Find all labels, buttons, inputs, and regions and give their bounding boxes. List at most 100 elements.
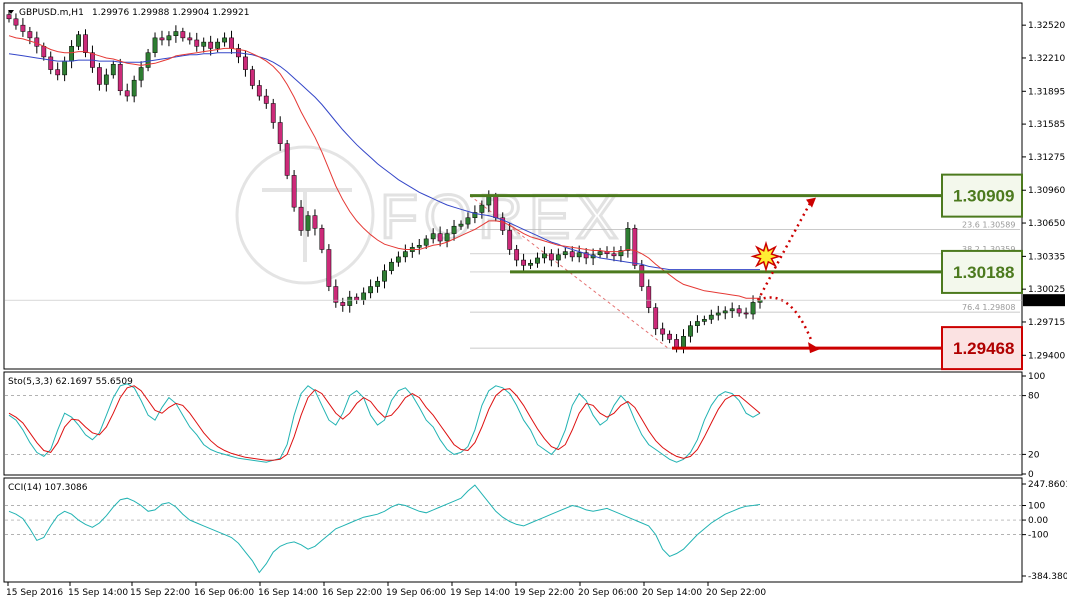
bull-candle (681, 336, 686, 349)
bear-candle (548, 253, 554, 261)
bull-candle (423, 238, 429, 246)
bear-candle (6, 14, 12, 20)
stoch-tick-label: 80 (1028, 392, 1040, 402)
x-tick-label: 20 Sep 06:00 (578, 588, 638, 598)
bear-candle (243, 56, 248, 70)
bull-candle (396, 256, 401, 263)
x-tick-label: 16 Sep 14:00 (258, 588, 318, 598)
stoch-tick-label: 0 (1028, 470, 1034, 480)
bull-candle (701, 319, 707, 322)
bear-candle (180, 31, 186, 39)
bull-candle (402, 251, 408, 258)
stoch-tick-label: 20 (1028, 450, 1040, 460)
bear-candle (208, 41, 214, 49)
bear-candle (249, 69, 255, 86)
forex-chart[interactable]: FOREX 23.6 1.3058938.2 1.3035976.4 1.298… (0, 0, 1067, 604)
bull-candle (486, 196, 492, 206)
bull-candle (131, 79, 137, 97)
bull-candle (368, 286, 373, 294)
x-tick-label: 15 Sep 2016 (6, 588, 63, 598)
bull-candle (173, 31, 179, 36)
stoch-panel-frame (3, 371, 1023, 476)
bull-candle (542, 253, 547, 259)
x-tick-label: 19 Sep 22:00 (514, 588, 574, 598)
bull-candle (347, 296, 353, 306)
bull-candle (708, 314, 714, 320)
y-tick-label: 1.30960 (1028, 186, 1065, 196)
ohlc-values: 1.29976 1.29988 1.29904 1.29921 (92, 8, 249, 18)
bull-candle (110, 64, 116, 76)
bear-candle (291, 175, 297, 208)
bear-candle (743, 312, 749, 315)
x-tick-label: 16 Sep 06:00 (194, 588, 254, 598)
bull-candle (215, 41, 221, 49)
bear-candle (96, 67, 102, 85)
x-tick-label: 19 Sep 06:00 (386, 588, 446, 598)
y-tick-label: 1.32210 (1028, 54, 1065, 64)
bull-candle (305, 215, 311, 231)
bear-candle (653, 307, 659, 330)
bull-candle (451, 225, 457, 234)
bull-candle (722, 310, 728, 314)
bull-candle (69, 46, 74, 62)
bull-candle (222, 37, 227, 43)
bear-candle (354, 296, 360, 301)
y-tick-label: 1.32520 (1028, 21, 1065, 31)
cci-tick-label: -384.3807 (1028, 572, 1067, 582)
bull-candle (458, 223, 464, 227)
bear-candle (270, 103, 276, 123)
bull-candle (166, 35, 172, 41)
bear-candle (55, 69, 61, 76)
cci-tick-label: -100 (1028, 531, 1049, 541)
bear-candle (340, 302, 346, 306)
bear-candle (48, 56, 54, 70)
bear-candle (736, 308, 742, 314)
bull-candle (625, 228, 631, 251)
bull-candle (465, 217, 471, 225)
breakout-star-icon (750, 240, 782, 272)
fib-label: 23.6 1.30589 (962, 220, 1015, 229)
bull-candle (375, 280, 380, 287)
symbol-label: GBPUSD.m,H1 (19, 8, 84, 18)
y-tick-label: 1.29400 (1028, 351, 1065, 361)
bear-candle (493, 196, 499, 218)
bear-candle (20, 24, 26, 32)
bear-candle (41, 46, 47, 58)
bear-candle (611, 253, 617, 257)
bull-candle (103, 74, 109, 85)
bull-candle (576, 252, 582, 258)
bear-candle (256, 85, 262, 97)
bull-candle (138, 67, 144, 81)
bear-candle (83, 34, 88, 53)
bear-candle (13, 18, 19, 26)
bull-candle (389, 261, 394, 271)
bear-candle (319, 228, 325, 250)
bear-candle (507, 230, 513, 250)
bear-candle (569, 251, 575, 258)
bull-candle (416, 245, 422, 248)
fib-label: 76.4 1.29808 (962, 303, 1015, 312)
stoch-tick-label: 100 (1028, 372, 1045, 382)
bull-candle (479, 204, 485, 213)
bear-candle (660, 328, 666, 335)
pivot-callout-label: 1.30188 (953, 263, 1014, 282)
bear-candle (229, 37, 234, 49)
y-tick-label: 1.31895 (1028, 87, 1065, 97)
cci-tick-label: 247.8601 (1028, 480, 1067, 490)
bull-candle (430, 233, 436, 240)
x-tick-label: 15 Sep 22:00 (130, 588, 190, 598)
bull-candle (76, 34, 81, 47)
cci-tick-label: 0.00 (1028, 516, 1048, 526)
bear-candle (667, 333, 673, 340)
bull-candle (562, 251, 568, 256)
bull-candle (528, 262, 533, 266)
bull-candle (695, 321, 700, 326)
chart-window: FOREX 23.6 1.3058938.2 1.3035976.4 1.298… (0, 0, 1067, 604)
bear-candle (284, 143, 290, 176)
bull-candle (152, 37, 158, 53)
cci-tick-label: 100 (1028, 502, 1045, 512)
bear-candle (117, 64, 123, 92)
bear-candle (27, 31, 33, 39)
bear-candle (263, 95, 269, 104)
x-tick-label: 20 Sep 14:00 (642, 588, 702, 598)
